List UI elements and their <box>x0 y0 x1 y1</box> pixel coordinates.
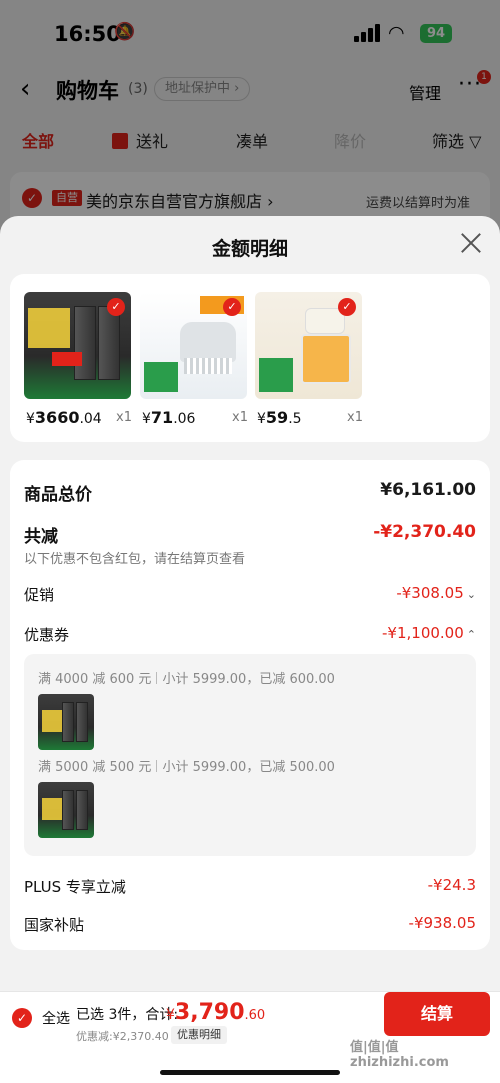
selected-summary: 已选 3件，合计: <box>76 1007 179 1023</box>
total-amount: ¥3,790.60 <box>166 1000 266 1025</box>
chevron-down-icon: ⌄ <box>466 588 476 601</box>
product-quantity: x1 <box>347 410 363 425</box>
product-price: ¥3660.04 <box>26 408 102 427</box>
check-icon: ✓ <box>223 298 241 316</box>
check-icon: ✓ <box>338 298 356 316</box>
subsidy-value: -¥938.05 <box>408 914 476 932</box>
coupon-product-thumbnail <box>38 694 94 750</box>
watermark-text: 值|值|值 zhizhizhi.com <box>350 1040 449 1070</box>
home-indicator <box>160 1070 340 1075</box>
total-price-value: ¥6,161.00 <box>380 480 476 500</box>
products-card: ✓ ¥3660.04 x1 ✓ ¥71.06 x1 ✓ ¥59.5 x1 <box>10 274 490 442</box>
select-all-label[interactable]: 全选 <box>42 1008 70 1028</box>
promotion-value: -¥308.05 ⌄ <box>396 584 476 602</box>
coupon-label: 优惠券 <box>24 626 70 644</box>
total-reduce-label: 共减 <box>24 527 58 547</box>
discount-detail-button[interactable]: 优惠明细 <box>171 1026 227 1044</box>
amount-detail-card: 商品总价 ¥6,161.00 共减 -¥2,370.40 以下优惠不包含红包，请… <box>10 460 490 950</box>
total-reduce-value: -¥2,370.40 <box>373 522 476 542</box>
close-icon[interactable] <box>458 230 484 256</box>
product-price: ¥71.06 <box>142 408 196 427</box>
chevron-up-icon: ⌃ <box>466 628 476 641</box>
checkout-bar: ✓ 全选 已选 3件，合计: ¥3,790.60 优惠减:¥2,370.40 优… <box>0 991 500 1083</box>
total-price-label: 商品总价 <box>24 485 92 505</box>
sheet-title: 金额明细 <box>211 238 288 260</box>
product-quantity: x1 <box>232 410 248 425</box>
coupon-line: 满 5000 减 500 元小计 5999.00，已减 500.00 <box>38 760 335 775</box>
check-icon: ✓ <box>107 298 125 316</box>
plus-discount-label: PLUS 专享立减 <box>24 878 126 896</box>
checkout-button[interactable]: 结算 <box>384 992 490 1036</box>
plus-discount-value: -¥24.3 <box>427 876 476 894</box>
reduce-note: 以下优惠不包含红包，请在结算页查看 <box>24 552 246 567</box>
coupon-line: 满 4000 减 600 元小计 5999.00，已减 600.00 <box>38 672 335 687</box>
subsidy-label: 国家补贴 <box>24 916 85 934</box>
coupon-product-thumbnail <box>38 782 94 838</box>
select-all-checkbox[interactable]: ✓ <box>12 1008 32 1028</box>
product-price: ¥59.5 <box>257 408 302 427</box>
coupon-value: -¥1,100.00 ⌃ <box>382 624 476 642</box>
promotion-label: 促销 <box>24 586 55 604</box>
product-quantity: x1 <box>116 410 132 425</box>
amount-detail-sheet: 金额明细 ✓ ¥3660.04 x1 ✓ ¥71.06 x1 ✓ ¥59.5 x… <box>0 216 500 991</box>
saved-amount: 优惠减:¥2,370.40 <box>76 1030 169 1043</box>
coupon-detail-box: 满 4000 减 600 元小计 5999.00，已减 600.00 满 500… <box>24 654 476 856</box>
